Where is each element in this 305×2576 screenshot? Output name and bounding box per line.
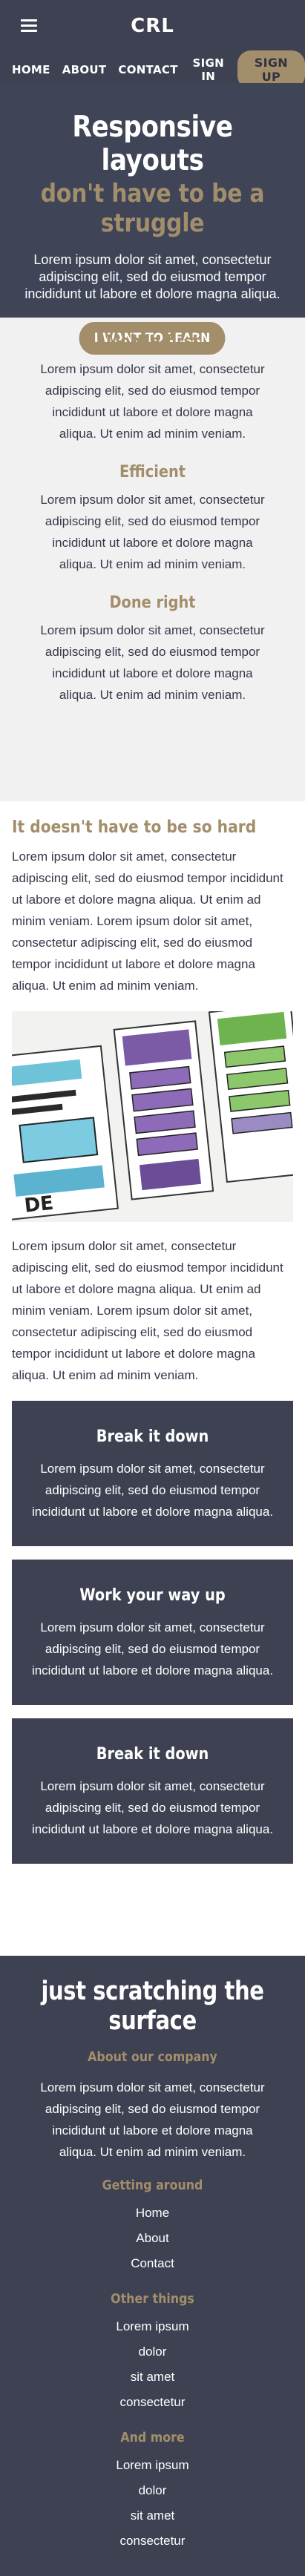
wireframe-sketch-image: DE [12, 1011, 293, 1222]
footer-link[interactable]: sit amet [0, 2365, 305, 2390]
feature-text: Lorem ipsum dolor sit amet, consectetur … [40, 493, 265, 571]
card-text: Lorem ipsum dolor sit amet, consectetur … [31, 1462, 274, 1519]
hero-subtitle: don't have to be a struggle [40, 179, 265, 238]
card-work-your-way-up: Work your way up Lorem ipsum dolor sit a… [12, 1560, 293, 1705]
hero-title: Responsive layouts [72, 111, 233, 177]
card-title: Break it down [96, 1745, 209, 1764]
other-things-list: Lorem ipsum dolor sit amet consectetur [0, 2314, 305, 2415]
feature-mobile-first: Mobile-first Lorem ipsum dolor sit amet,… [0, 332, 305, 444]
feature-text: Lorem ipsum dolor sit amet, consectetur … [40, 362, 265, 441]
getting-around-list: Home About Contact [0, 2201, 305, 2276]
main-nav: HOME ABOUT CONTACT SIGN IN SIGN UP [0, 50, 305, 89]
card-title: Work your way up [79, 1586, 226, 1605]
footer-link[interactable]: Lorem ipsum [0, 2314, 305, 2339]
feature-done-right: Done right Lorem ipsum dolor sit amet, c… [0, 594, 305, 706]
hero: Responsive layouts don't have to be a st… [0, 83, 305, 355]
nav-home[interactable]: HOME [12, 63, 50, 76]
article-paragraph: Lorem ipsum dolor sit amet, consectetur … [12, 1239, 283, 1382]
feature-title: Done right [109, 594, 196, 612]
footer-link-about[interactable]: About [0, 2226, 305, 2251]
hero-text: Lorem ipsum dolor sit amet, consectetur … [24, 252, 281, 301]
card-break-it-down-2: Break it down Lorem ipsum dolor sit amet… [12, 1718, 293, 1864]
feature-title: Efficient [119, 463, 186, 482]
footer-link[interactable]: dolor [0, 2478, 305, 2503]
nav-contact[interactable]: CONTACT [118, 63, 177, 76]
footer-title: just scratching the surface [41, 1977, 264, 2036]
site-header: CRL HOME ABOUT CONTACT SIGN IN SIGN UP R… [0, 0, 305, 355]
and-more-list: Lorem ipsum dolor sit amet consectetur [0, 2453, 305, 2554]
svg-text:DE: DE [23, 1192, 54, 1218]
about-text: Lorem ipsum dolor sit amet, consectetur … [40, 2080, 265, 2159]
getting-around-heading: Getting around [102, 2178, 203, 2193]
logo[interactable]: CRL [0, 15, 305, 37]
feature-title: Mobile-first [105, 332, 200, 351]
footer-link[interactable]: sit amet [0, 2503, 305, 2529]
footer-link[interactable]: Lorem ipsum [0, 2453, 305, 2478]
footer-link-home[interactable]: Home [0, 2201, 305, 2226]
card-title: Break it down [96, 1427, 209, 1446]
site-footer: just scratching the surface About our co… [0, 1956, 305, 2576]
card-text: Lorem ipsum dolor sit amet, consectetur … [31, 1620, 274, 1678]
article-heading: It doesn't have to be so hard [12, 818, 257, 837]
article-paragraph: Lorem ipsum dolor sit amet, consectetur … [12, 850, 283, 993]
footer-link-contact[interactable]: Contact [0, 2251, 305, 2276]
top-bar: CRL [0, 0, 305, 56]
article-section: It doesn't have to be so hard Lorem ipsu… [0, 818, 305, 1864]
footer-link[interactable]: consectetur [0, 2390, 305, 2415]
and-more-heading: And more [120, 2430, 185, 2445]
wireframe-illustration: DE [12, 1011, 293, 1222]
nav-about[interactable]: ABOUT [62, 63, 107, 76]
feature-efficient: Efficient Lorem ipsum dolor sit amet, co… [0, 463, 305, 575]
footer-link[interactable]: dolor [0, 2339, 305, 2365]
card-break-it-down: Break it down Lorem ipsum dolor sit amet… [12, 1401, 293, 1546]
features-section: Mobile-first Lorem ipsum dolor sit amet,… [0, 318, 305, 801]
about-heading: About our company [88, 2049, 217, 2065]
card-text: Lorem ipsum dolor sit amet, consectetur … [31, 1779, 274, 1836]
other-things-heading: Other things [111, 2291, 194, 2307]
feature-text: Lorem ipsum dolor sit amet, consectetur … [40, 623, 265, 702]
nav-sign-in[interactable]: SIGN IN [190, 56, 227, 83]
footer-link[interactable]: consectetur [0, 2529, 305, 2554]
